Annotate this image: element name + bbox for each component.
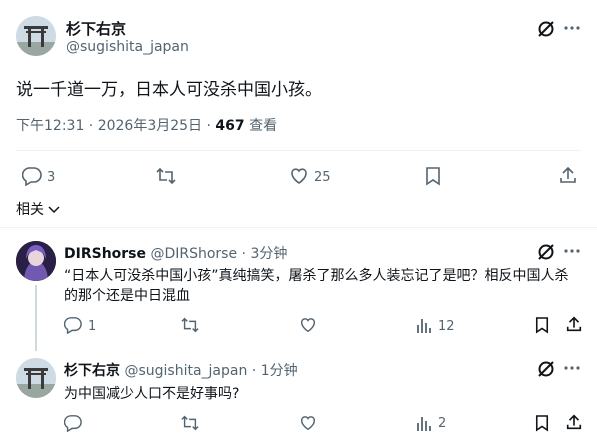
author-handle[interactable]: @sugishita_japan	[66, 39, 189, 55]
post-time[interactable]: 下午12:31 · 2026年3月25日 ·	[16, 118, 215, 134]
reply-header: DIRShorse @DIRShorse · 3分钟	[64, 243, 287, 263]
repost-icon[interactable]	[180, 316, 200, 334]
views-icon[interactable]	[416, 316, 432, 334]
author-name[interactable]: 杉下右京	[64, 363, 120, 379]
divider	[16, 150, 581, 151]
post-meta: 下午12:31 · 2026年3月25日 · 467 查看	[16, 115, 277, 135]
avatar[interactable]	[16, 358, 56, 398]
reply-time[interactable]: · 1分钟	[247, 363, 298, 379]
reply-text: “日本人可没杀中国小孩”真纯搞笑，屠杀了那么多人装忘记了是吧？相反中国人杀的那个…	[64, 268, 569, 304]
bookmark-icon[interactable]	[535, 316, 549, 334]
views-icon[interactable]	[416, 414, 432, 432]
like-icon[interactable]	[299, 414, 317, 432]
share-icon[interactable]	[565, 315, 583, 333]
reply-time[interactable]: · 3分钟	[237, 246, 288, 262]
more-options-icon[interactable]	[564, 366, 580, 370]
views-count: 12	[438, 319, 455, 334]
related-label: 相关	[16, 202, 44, 218]
related-toggle[interactable]: 相关	[16, 199, 60, 219]
author-name[interactable]: DIRShorse	[64, 246, 146, 262]
share-icon[interactable]	[565, 413, 583, 431]
bookmark-icon[interactable]	[425, 166, 441, 186]
reply-icon[interactable]	[64, 316, 82, 334]
grok-icon[interactable]	[536, 242, 556, 262]
share-icon[interactable]	[558, 165, 578, 185]
author-handle[interactable]: @sugishita_japan	[124, 363, 247, 379]
reply-header: 杉下右京 @sugishita_japan · 1分钟	[64, 360, 298, 380]
divider	[0, 227, 597, 228]
post-text: 说一千道一万，日本人可没杀中国小孩。	[16, 80, 322, 100]
more-options-icon[interactable]	[564, 249, 580, 253]
reply-count: 3	[47, 170, 56, 185]
repost-icon[interactable]	[180, 414, 200, 432]
like-icon[interactable]	[299, 316, 317, 334]
thread-line	[35, 285, 37, 351]
bookmark-icon[interactable]	[535, 414, 549, 432]
reply-text: 为中国减少人口不是好事吗?	[64, 386, 240, 402]
reply-icon[interactable]	[22, 166, 42, 186]
chevron-down-icon	[48, 202, 60, 218]
author-name[interactable]: 杉下右京	[66, 18, 126, 39]
like-icon[interactable]	[289, 166, 309, 186]
reply-count: 1	[88, 319, 97, 334]
avatar[interactable]	[16, 241, 56, 281]
like-count: 25	[314, 170, 331, 185]
more-options-icon[interactable]	[564, 26, 580, 30]
grok-icon[interactable]	[536, 359, 556, 379]
repost-icon[interactable]	[155, 166, 177, 186]
reply-icon[interactable]	[64, 414, 82, 432]
views-count: 2	[438, 416, 447, 431]
views-count: 467	[215, 118, 245, 134]
grok-icon[interactable]	[536, 19, 556, 39]
views-label: 查看	[244, 118, 278, 134]
avatar[interactable]	[16, 16, 56, 56]
author-handle[interactable]: @DIRShorse	[150, 246, 237, 262]
